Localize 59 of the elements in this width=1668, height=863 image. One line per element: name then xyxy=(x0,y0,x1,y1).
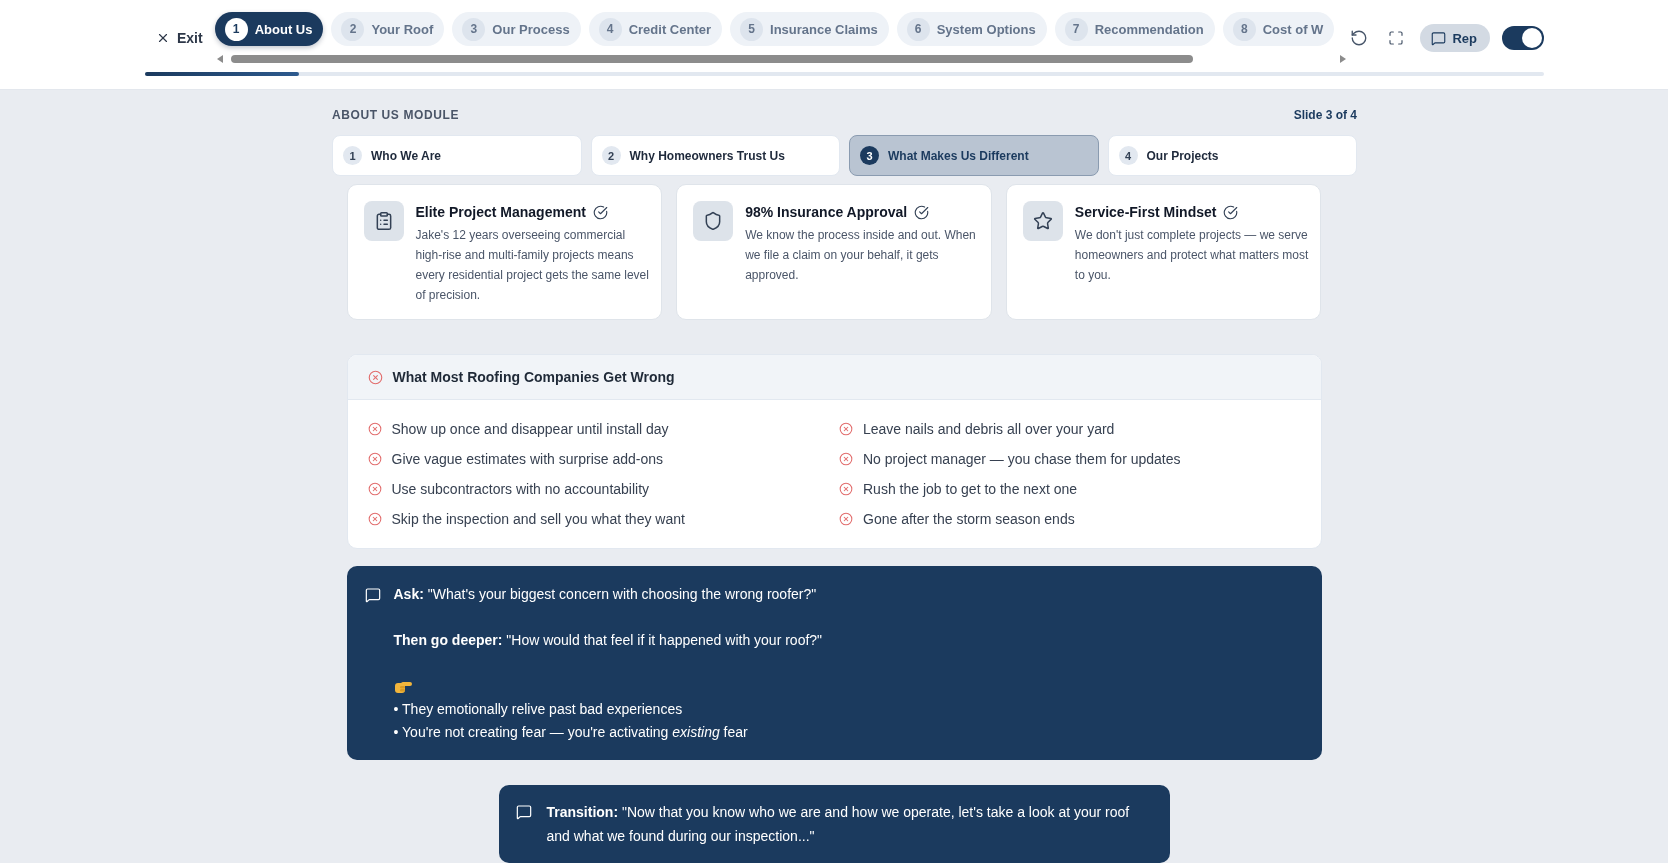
mistake-item: Gone after the storm season ends xyxy=(863,510,1075,529)
shield-icon xyxy=(693,201,734,241)
feature-description: Jake's 12 years overseeing commercial high-rise and multi-family projects means every residential project gets the same level of precision. xyxy=(415,227,650,304)
speech-bubble-icon xyxy=(515,804,532,820)
x-circle-icon xyxy=(839,512,853,526)
slide-tab[interactable]: 3 What Makes Us Different xyxy=(849,135,1099,176)
mistake-item: Rush the job to get to the next one xyxy=(863,480,1078,499)
step-tab[interactable]: 8 Cost of W xyxy=(1222,12,1335,46)
coaching-bullet: • You're not creating fear — you're activating existing fear xyxy=(393,723,749,742)
step-tab[interactable]: 3 Our Process xyxy=(452,12,581,46)
check-circle-icon xyxy=(592,204,608,220)
step-tab[interactable]: 6 System Options xyxy=(896,12,1047,46)
check-circle-icon xyxy=(914,204,930,220)
exit-button[interactable]: Exit xyxy=(145,21,203,55)
coaching-prompt: Ask: "What's your biggest concern with choosing the wrong roofer?" xyxy=(393,585,818,604)
panel-title: What Most Roofing Companies Get Wrong xyxy=(392,369,675,385)
transition-text: Transition: "Now that you know who we are and how we operate, let's take a look at your roof and what we found during our inspection..." xyxy=(546,803,1131,846)
x-circle-icon xyxy=(839,482,853,496)
speech-bubble-icon xyxy=(364,587,381,603)
step-tab[interactable]: 4 Credit Center xyxy=(588,12,722,46)
slide-tab[interactable]: 2 Why Homeowners Trust Us xyxy=(590,135,840,176)
mistake-item: Skip the inspection and sell you what they want xyxy=(391,510,685,529)
rep-button[interactable]: Rep xyxy=(1420,24,1490,52)
mistake-item: Leave nails and debris all over your yard xyxy=(863,420,1115,439)
x-circle-icon xyxy=(367,452,382,466)
feature-description: We know the process inside and out. When we file a claim on your behalf, it gets approved. xyxy=(745,227,977,284)
step-tab[interactable]: 1 About Us xyxy=(214,12,324,46)
scroll-left-arrow-icon[interactable] xyxy=(216,55,223,63)
step-tab[interactable]: 2 Your Roof xyxy=(331,12,445,46)
feature-title: Service-First Mindset xyxy=(1074,203,1217,222)
coaching-bullet: • They emotionally relive past bad experiences xyxy=(393,700,684,719)
slide-tab[interactable]: 4 Our Projects xyxy=(1107,135,1357,176)
x-circle-icon xyxy=(367,482,382,496)
feature-description: We don't just complete projects — we serve homeowners and protect what matters most to you. xyxy=(1074,227,1310,284)
scrollbar-thumb[interactable] xyxy=(230,55,1193,63)
x-circle-icon xyxy=(367,422,382,436)
feature-title: 98% Insurance Approval xyxy=(745,203,908,222)
speech-bubble-icon xyxy=(1431,30,1447,46)
module-title: ABOUT US MODULE xyxy=(332,108,459,122)
step-tab[interactable]: 7 Recommendation xyxy=(1054,12,1215,46)
coaching-prompt: Then go deeper: "How would that feel if it happened with your roof?" xyxy=(393,631,823,650)
close-icon xyxy=(156,31,170,45)
slide-tab[interactable]: 1 Who We Are xyxy=(332,135,582,176)
clipboard-icon xyxy=(363,201,404,241)
pointing-hand-icon xyxy=(393,679,412,694)
toggle-switch[interactable] xyxy=(1502,26,1544,50)
x-circle-icon xyxy=(839,452,853,466)
slide-counter: Slide 3 of 4 xyxy=(1293,108,1357,122)
mistake-item: Use subcontractors with no accountability xyxy=(391,480,650,499)
mistake-item: Give vague estimates with surprise add-ons xyxy=(391,450,664,469)
scroll-right-arrow-icon[interactable] xyxy=(1339,55,1346,63)
mistake-item: Show up once and disappear until install day xyxy=(391,420,669,439)
check-circle-icon xyxy=(1223,204,1239,220)
x-circle-icon xyxy=(839,422,853,436)
step-tab[interactable]: 5 Insurance Claims xyxy=(730,12,889,46)
mistake-item: No project manager — you chase them for updates xyxy=(863,450,1181,469)
x-circle-icon xyxy=(367,512,382,526)
x-circle-icon xyxy=(367,369,383,385)
feature-title: Elite Project Management xyxy=(415,203,586,222)
